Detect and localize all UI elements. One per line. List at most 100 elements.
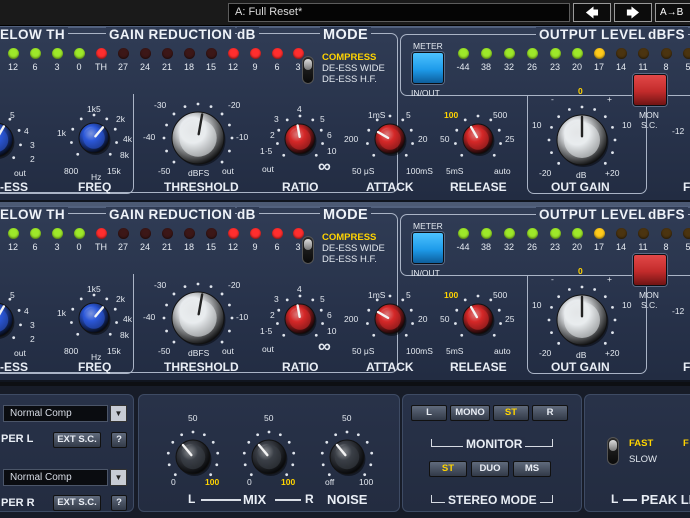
mode-toggle-switch[interactable] xyxy=(302,56,314,84)
peak-bracket-line xyxy=(623,499,637,501)
attack-tick: 5 xyxy=(406,290,411,300)
attack-tick: 50 μS xyxy=(352,166,375,176)
monitor-button-group: L MONO ST R xyxy=(411,405,577,425)
freq-tick: 2k xyxy=(116,294,125,304)
mode-option-0[interactable]: COMPRESS xyxy=(322,52,376,63)
out-gain-tick: +20 xyxy=(605,168,620,178)
mode-option-2[interactable]: DE-ESS H.F. xyxy=(322,254,377,265)
freq-tick: 15k xyxy=(107,346,121,356)
release-knob[interactable] xyxy=(451,292,505,346)
mode-option-2[interactable]: DE-ESS H.F. xyxy=(322,74,377,85)
mode-toggle-switch[interactable] xyxy=(302,236,314,264)
output-level-unit: dBFS xyxy=(645,27,688,42)
gain-reduction-led xyxy=(250,228,261,239)
threshold-tick: out xyxy=(222,346,234,356)
mode-option-1[interactable]: DE-ESS WIDE xyxy=(322,243,385,254)
meter-in-out-button[interactable] xyxy=(412,52,444,84)
de-ess-frequency-knob[interactable] xyxy=(67,291,121,345)
freq-tick: 8k xyxy=(120,330,129,340)
peak-limiter-extra-label: F xyxy=(683,438,689,449)
output-level-led xyxy=(638,228,649,239)
gain-reduction-tick: 18 xyxy=(183,62,194,72)
gain-reduction-led xyxy=(206,228,217,239)
ratio-tick: ∞ xyxy=(318,156,331,176)
freq-tick: 800 xyxy=(64,346,79,356)
comp-r-preset-select[interactable]: Normal Comp xyxy=(3,469,108,486)
release-tick: 500 xyxy=(493,110,508,120)
monitor-sidechain-label: MON xyxy=(639,110,659,120)
comp-r-dropdown-arrow-icon[interactable]: ▼ xyxy=(110,469,127,486)
de-ess-tick: 3 xyxy=(30,140,35,150)
gain-reduction-tick: 15 xyxy=(205,242,216,252)
freq-tick: 15k xyxy=(107,166,121,176)
monitor-sidechain-button[interactable] xyxy=(633,254,667,286)
comp-l-help-button[interactable]: ? xyxy=(111,432,127,448)
attack-label: ATTACK xyxy=(366,360,414,374)
attack-tick: 100mS xyxy=(406,346,433,356)
gain-reduction-tick: 21 xyxy=(161,62,172,72)
comp-l-label: PER L xyxy=(1,433,34,445)
mode-option-1[interactable]: DE-ESS WIDE xyxy=(322,63,385,74)
output-level-tick: 11 xyxy=(638,242,648,252)
comp-r-ext-sc-button[interactable]: EXT S.C. xyxy=(53,495,101,511)
out-gain-tick: 10 xyxy=(622,300,632,310)
gain-reduction-tick: 6 xyxy=(274,62,280,72)
de-ess-tick: 5 xyxy=(10,110,15,120)
peak-limiter-speed-toggle[interactable] xyxy=(607,437,619,465)
gain-reduction-tick: TH xyxy=(95,62,107,72)
threshold-knob[interactable] xyxy=(160,280,236,356)
comp-l-preset-select[interactable]: Normal Comp xyxy=(3,405,108,422)
ratio-tick: 5 xyxy=(320,294,325,304)
output-level-tick: 32 xyxy=(503,242,514,252)
monitor-button-l[interactable]: L xyxy=(411,405,447,421)
output-level-led xyxy=(458,228,469,239)
attack-knob[interactable] xyxy=(363,292,417,346)
threshold-tick: -40 xyxy=(143,312,156,322)
noise-knob-tick: 50 xyxy=(342,413,352,423)
gain-reduction-led xyxy=(228,228,239,239)
below-threshold-led xyxy=(8,228,19,239)
below-threshold-tick: 3 xyxy=(54,242,60,252)
stereo-mode-button-ms[interactable]: MS xyxy=(513,461,551,477)
freq-tick: 2k xyxy=(116,114,125,124)
fast-label: FAST xyxy=(629,438,654,449)
de-ess-frequency-knob[interactable] xyxy=(67,111,121,165)
ab-compare-button[interactable]: A→B xyxy=(655,3,690,22)
next-preset-button[interactable]: 🡆 xyxy=(614,3,652,22)
monitor-button-st[interactable]: ST xyxy=(493,405,529,421)
out-gain-tick: -20 xyxy=(539,348,552,358)
meter-in-out-button[interactable] xyxy=(412,232,444,264)
output-gain-knob[interactable] xyxy=(545,103,619,177)
comp-r-help-button[interactable]: ? xyxy=(111,495,127,511)
global-controls-section: Normal Comp ▼ PER L EXT S.C. ? Normal Co… xyxy=(0,386,690,518)
comp-l-dropdown-arrow-icon[interactable]: ▼ xyxy=(110,405,127,422)
mode-option-0[interactable]: COMPRESS xyxy=(322,232,376,243)
mix-left-knob-tick: 100 xyxy=(205,477,220,487)
compressor-strip-lower: ELOW TH GAIN REDUCTION dB MODE OUTPUT LEVEL d… xyxy=(0,206,690,382)
below-threshold-led xyxy=(52,228,63,239)
monitor-button-mono[interactable]: MONO xyxy=(450,405,490,421)
de-ess-tick: 5 xyxy=(10,290,15,300)
output-gain-knob[interactable] xyxy=(545,283,619,357)
attack-knob[interactable] xyxy=(363,112,417,166)
attack-tick: 50 μS xyxy=(352,346,375,356)
monitor-sidechain-button[interactable] xyxy=(633,74,667,106)
threshold-knob[interactable] xyxy=(160,100,236,176)
mode-header: MODE xyxy=(320,27,372,43)
attack-tick: 1mS xyxy=(368,110,386,120)
output-level-led xyxy=(616,228,627,239)
right-edge-label: F xyxy=(683,180,690,194)
release-knob[interactable] xyxy=(451,112,505,166)
output-level-tick: 14 xyxy=(615,242,626,252)
monitor-button-r[interactable]: R xyxy=(532,405,568,421)
previous-preset-button[interactable]: 🡄 xyxy=(573,3,611,22)
output-level-led xyxy=(594,228,605,239)
out-gain-tick: + xyxy=(607,94,612,104)
threshold-label: THRESHOLD xyxy=(164,180,239,194)
comp-l-ext-sc-button[interactable]: EXT S.C. xyxy=(53,432,101,448)
stereo-mode-button-duo[interactable]: DUO xyxy=(471,461,509,477)
preset-name-field[interactable]: A: Full Reset* xyxy=(228,3,570,22)
output-level-tick: -44 xyxy=(456,62,470,72)
stereo-mode-button-st[interactable]: ST xyxy=(429,461,467,477)
output-level-header: OUTPUT LEVEL xyxy=(536,207,650,222)
